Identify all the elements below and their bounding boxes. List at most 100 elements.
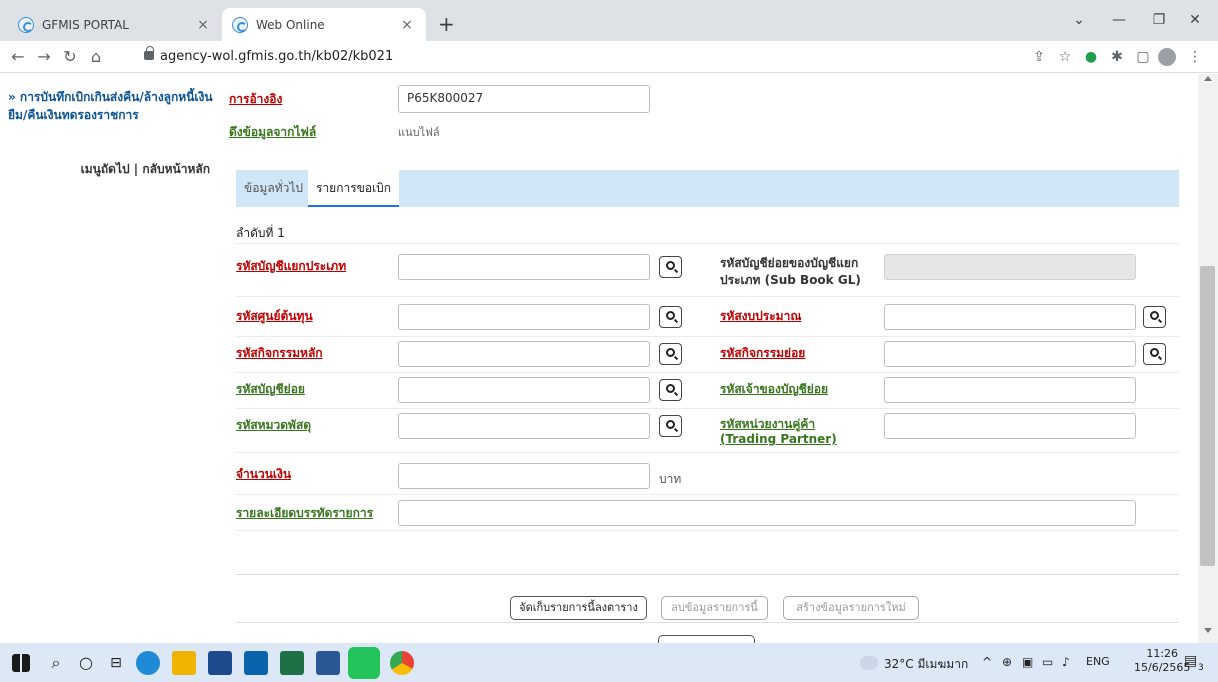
notification-count: 3 xyxy=(1198,663,1204,673)
sub-account-owner-label[interactable]: รหัสเจ้าของบัญชีย่อย xyxy=(720,380,828,399)
sub-account-owner-input[interactable] xyxy=(884,377,1136,403)
link-separator: | xyxy=(133,162,139,176)
bookmark-star-icon[interactable]: ☆ xyxy=(1056,48,1074,66)
windows-taskbar: ⌕ ○ ⊟ 32°C มีเมฆมาก ^ ⊕ ▣ ▭ ♪ ENG 11:26 … xyxy=(0,643,1218,682)
search-icon xyxy=(1150,311,1159,320)
menu-kebab-icon[interactable]: ⋮ xyxy=(1186,48,1204,66)
budget-code-search-button[interactable] xyxy=(1143,306,1166,328)
tray-display-icon[interactable]: ▭ xyxy=(1042,655,1053,669)
gl-account-search-button[interactable] xyxy=(659,256,682,278)
line-description-label[interactable]: รายละเอียดบรรทัดรายการ xyxy=(236,504,373,523)
side-panel-icon[interactable]: ▢ xyxy=(1134,48,1152,66)
close-window-button[interactable]: ✕ xyxy=(1172,8,1218,32)
next-menu-link[interactable]: เมนูถัดไป xyxy=(81,162,130,176)
file-explorer-icon[interactable] xyxy=(172,651,196,675)
divider xyxy=(236,372,1179,373)
extension-green-icon[interactable]: ● xyxy=(1082,48,1100,66)
cortana-icon[interactable]: ○ xyxy=(74,651,98,675)
forward-icon[interactable]: → xyxy=(34,47,54,67)
tab-general-info[interactable]: ข้อมูลทั่วไป xyxy=(236,170,311,207)
sub-activity-label[interactable]: รหัสกิจกรรมย่อย xyxy=(720,344,805,363)
new-tab-button[interactable]: + xyxy=(438,12,455,36)
windows-start-icon[interactable] xyxy=(12,654,30,672)
budget-code-label[interactable]: รหัสงบประมาณ xyxy=(720,307,801,326)
home-link[interactable]: กลับหน้าหลัก xyxy=(142,162,210,176)
profile-avatar-icon[interactable] xyxy=(1158,48,1176,66)
divider xyxy=(236,574,1179,575)
excel-icon[interactable] xyxy=(280,651,304,675)
reference-input[interactable]: P65K800027 xyxy=(398,85,650,113)
main-activity-search-button[interactable] xyxy=(659,343,682,365)
amount-input[interactable] xyxy=(398,463,650,489)
sub-activity-input[interactable] xyxy=(884,341,1136,367)
material-group-input[interactable] xyxy=(398,413,650,439)
extensions-puzzle-icon[interactable]: ✱ xyxy=(1108,48,1126,66)
main-activity-input[interactable] xyxy=(398,341,650,367)
gl-account-input[interactable] xyxy=(398,254,650,280)
weather-text[interactable]: 32°C มีเมฆมาก xyxy=(884,655,968,674)
clock-time: 11:26 xyxy=(1146,647,1179,660)
divider xyxy=(236,622,1179,623)
taskbar-clock[interactable]: 11:26 15/6/2565 xyxy=(1134,647,1190,675)
attach-file-link[interactable]: แนบไฟล์ xyxy=(398,123,440,141)
sub-account-label[interactable]: รหัสบัญชีย่อย xyxy=(236,380,305,399)
cost-center-search-button[interactable] xyxy=(659,306,682,328)
chrome-icon[interactable] xyxy=(390,651,414,675)
sub-account-input[interactable] xyxy=(398,377,650,403)
scroll-up-icon[interactable] xyxy=(1204,76,1212,81)
main-activity-label[interactable]: รหัสกิจกรรมหลัก xyxy=(236,344,323,363)
reload-icon[interactable]: ↻ xyxy=(60,47,80,67)
cost-center-label[interactable]: รหัสศูนย์ต้นทุน xyxy=(236,307,313,326)
trading-partner-input[interactable] xyxy=(884,413,1136,439)
reference-label[interactable]: การอ้างอิง xyxy=(229,90,282,109)
tab-close-icon[interactable]: × xyxy=(398,17,416,33)
share-icon[interactable]: ⇪ xyxy=(1030,48,1048,66)
tray-network-icon[interactable]: ▣ xyxy=(1022,655,1033,669)
tray-app-icon[interactable]: ⊕ xyxy=(1002,655,1012,669)
notification-icon[interactable]: ▤ xyxy=(1184,653,1197,669)
new-item-button[interactable]: สร้างข้อมูลรายการใหม่ xyxy=(783,596,919,620)
divider xyxy=(236,452,1179,453)
divider xyxy=(236,336,1179,337)
lock-icon[interactable] xyxy=(144,46,154,60)
delete-item-button[interactable]: ลบข้อมูลรายการนี้ xyxy=(661,596,768,620)
material-group-search-button[interactable] xyxy=(659,415,682,437)
task-view-icon[interactable]: ⊟ xyxy=(104,651,128,675)
line-app-icon[interactable] xyxy=(348,647,380,679)
tray-expand-icon[interactable]: ^ xyxy=(982,655,992,669)
edge-browser-icon[interactable] xyxy=(136,651,160,675)
word-icon[interactable] xyxy=(316,651,340,675)
partially-visible-button[interactable] xyxy=(658,635,755,643)
gl-account-label[interactable]: รหัสบัญชีแยกประเภท xyxy=(236,257,346,276)
tab-disbursement-items[interactable]: รายการขอเบิก xyxy=(308,170,400,207)
home-icon[interactable]: ⌂ xyxy=(86,47,106,67)
trading-partner-label-en[interactable]: (Trading Partner) xyxy=(720,432,837,446)
store-icon[interactable] xyxy=(208,651,232,675)
weather-cloud-icon[interactable] xyxy=(860,656,878,670)
page-scrollbar[interactable] xyxy=(1198,74,1218,643)
search-icon[interactable]: ⌕ xyxy=(44,651,68,675)
line-description-input[interactable] xyxy=(398,500,1136,526)
sub-activity-search-button[interactable] xyxy=(1143,343,1166,365)
tab-title: Web Online xyxy=(256,17,325,32)
browser-tab-gfmis-portal[interactable]: GFMIS PORTAL × xyxy=(8,8,222,41)
sidebar-title[interactable]: » การบันทึกเบิกเกินส่งคืน/ล้างลูกหนี้เงิ… xyxy=(8,88,218,124)
address-bar[interactable]: agency-wol.gfmis.go.th/kb02/kb021 xyxy=(122,44,1002,70)
budget-code-input[interactable] xyxy=(884,304,1136,330)
back-icon[interactable]: ← xyxy=(8,47,28,67)
save-item-to-table-button[interactable]: จัดเก็บรายการนี้ลงตาราง xyxy=(510,596,647,620)
tab-close-icon[interactable]: × xyxy=(194,17,212,33)
divider xyxy=(236,530,1179,531)
amount-label[interactable]: จำนวนเงิน xyxy=(236,465,291,484)
sub-book-gl-input xyxy=(884,254,1136,280)
language-indicator[interactable]: ENG xyxy=(1086,655,1110,668)
cost-center-input[interactable] xyxy=(398,304,650,330)
import-file-label[interactable]: ดึงข้อมูลจากไฟล์ xyxy=(229,123,316,142)
scrollbar-thumb[interactable] xyxy=(1200,266,1215,566)
sub-account-search-button[interactable] xyxy=(659,379,682,401)
material-group-label[interactable]: รหัสหมวดพัสดุ xyxy=(236,416,311,435)
browser-tab-web-online[interactable]: Web Online × xyxy=(222,8,426,41)
volume-icon[interactable]: ♪ xyxy=(1062,655,1070,669)
mail-icon[interactable] xyxy=(244,651,268,675)
scroll-down-icon[interactable] xyxy=(1204,628,1212,633)
